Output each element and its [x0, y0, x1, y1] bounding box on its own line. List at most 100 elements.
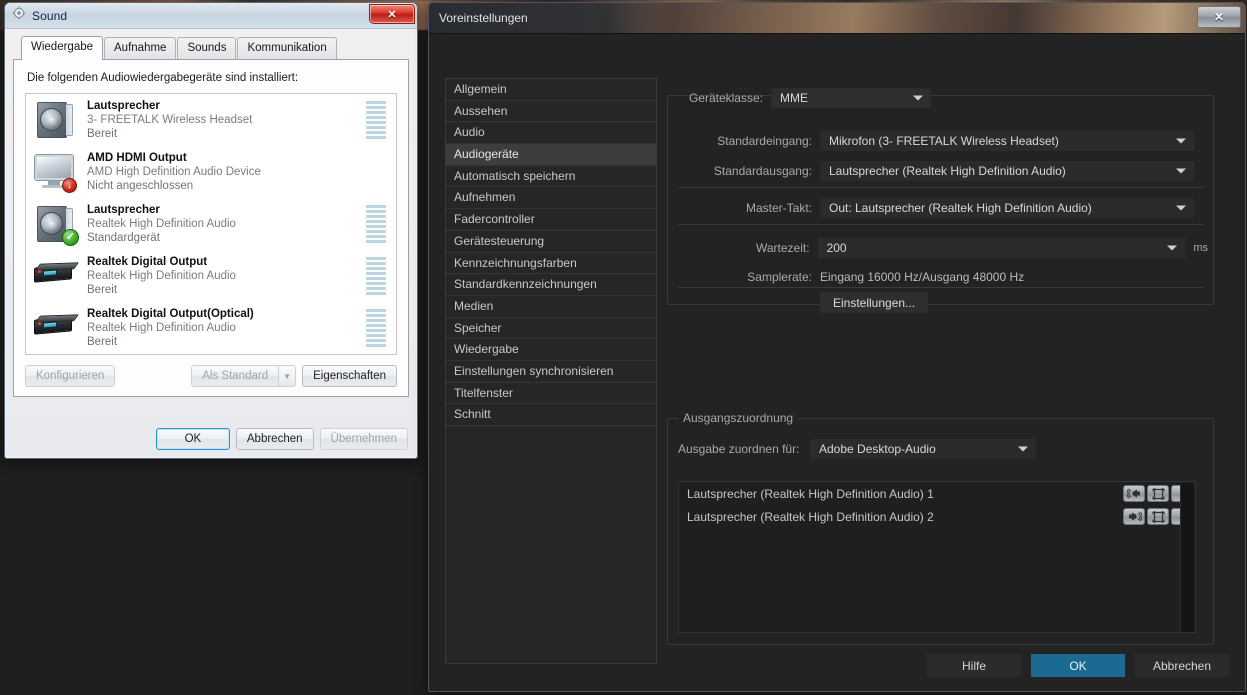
- latency-value: 200: [826, 241, 847, 255]
- sidebar-item-speicher[interactable]: Speicher: [446, 318, 656, 340]
- divider: [678, 287, 1204, 288]
- map-output-for-value: Adobe Desktop-Audio: [819, 442, 936, 456]
- tab-wiedergabe[interactable]: Wiedergabe: [21, 36, 104, 60]
- latency-select[interactable]: 200: [817, 238, 1186, 258]
- sidebar-item-audiogeraete[interactable]: Audiogeräte: [446, 144, 656, 166]
- sidebar-item-wiedergabe[interactable]: Wiedergabe: [446, 339, 656, 361]
- list-item[interactable]: Realtek Digital Output(Optical) Realtek …: [26, 302, 396, 354]
- sidebar-item-allgemein[interactable]: Allgemein: [446, 79, 656, 101]
- tab-kommunikation[interactable]: Kommunikation: [237, 37, 337, 59]
- master-clock-row: Master-Takt: Out: Lautsprecher (Realtek …: [678, 196, 1198, 220]
- speaker-icon: ✓: [34, 203, 79, 246]
- tab-sounds[interactable]: Sounds: [177, 37, 237, 59]
- map-output-for-select[interactable]: Adobe Desktop-Audio: [810, 439, 1036, 459]
- set-default-button[interactable]: Als Standard: [191, 365, 279, 387]
- device-state: Standardgerät: [87, 232, 160, 244]
- sidebar-item-aufnehmen[interactable]: Aufnehmen: [446, 187, 656, 210]
- monitor-icon: ↓: [34, 151, 78, 193]
- mapping-scrollbar[interactable]: [1180, 483, 1194, 632]
- default-output-row: Standardausgang: Lautsprecher (Realtek H…: [678, 159, 1198, 183]
- device-state: Bereit: [87, 336, 118, 348]
- sidebar-item-audio[interactable]: Audio: [446, 122, 656, 145]
- speaker-icon: [34, 99, 78, 141]
- default-input-select[interactable]: Mikrofon (3- FREETALK Wireless Headset): [820, 131, 1194, 151]
- volume-meter: [366, 101, 386, 139]
- preferences-title: Voreinstellungen: [439, 11, 528, 25]
- volume-meter: [366, 257, 386, 295]
- playback-tab-panel: Die folgenden Audiowiedergabegeräte sind…: [13, 59, 409, 397]
- speaker-left-icon[interactable]: [1123, 485, 1145, 502]
- properties-button[interactable]: Eigenschaften: [302, 365, 397, 387]
- speaker-right-icon[interactable]: [1123, 508, 1145, 525]
- volume-meter: [366, 309, 386, 347]
- sidebar-item-standardkennzeichnungen[interactable]: Standardkennzeichnungen: [446, 274, 656, 296]
- sound-dialog-titlebar[interactable]: Sound ✕: [5, 3, 417, 29]
- latency-label: Wartezeit:: [755, 241, 810, 255]
- device-name: AMD HDMI Output: [87, 152, 187, 164]
- sidebar-item-fadercontroller[interactable]: Fadercontroller: [446, 209, 656, 231]
- default-input-value: Mikrofon (3- FREETALK Wireless Headset): [829, 134, 1059, 148]
- device-class-select[interactable]: MME: [771, 88, 931, 108]
- sound-dialog-footer: OK Abbrechen Übernehmen: [155, 428, 408, 450]
- default-output-label: Standardausgang:: [713, 164, 812, 178]
- sound-tabstrip: Wiedergabe Aufnahme Sounds Kommunikation: [13, 36, 409, 60]
- audio-device-list[interactable]: Lautsprecher 3- FREETALK Wireless Headse…: [25, 93, 397, 355]
- chevron-down-icon: [1167, 245, 1178, 251]
- list-item[interactable]: Realtek Digital Output Realtek High Defi…: [26, 250, 396, 302]
- default-input-label: Standardeingang:: [717, 134, 812, 148]
- output-mapping-legend: Ausgangszuordnung: [678, 411, 799, 425]
- disconnected-badge-icon: ↓: [62, 178, 77, 193]
- samplerate-label: Samplerate:: [747, 270, 812, 284]
- screen: Sound ✕ Wiedergabe Aufnahme Sounds Kommu…: [0, 0, 1247, 695]
- sound-dialog-title: Sound: [32, 8, 68, 23]
- configure-button[interactable]: Konfigurieren: [25, 365, 116, 387]
- sidebar-item-schnitt[interactable]: Schnitt: [446, 404, 656, 426]
- apply-button[interactable]: Übernehmen: [319, 428, 408, 450]
- sidebar-item-aussehen[interactable]: Aussehen: [446, 101, 656, 123]
- default-output-value: Lautsprecher (Realtek High Definition Au…: [829, 164, 1066, 178]
- preferences-footer: Hilfe OK Abbrechen: [927, 654, 1229, 677]
- sidebar-item-kennzeichnungsfarben[interactable]: Kennzeichnungsfarben: [446, 253, 656, 275]
- device-name: Realtek Digital Output(Optical): [87, 308, 254, 320]
- cancel-button[interactable]: Abbrechen: [1135, 654, 1229, 677]
- preferences-category-list[interactable]: Allgemein Aussehen Audio Audiogeräte Aut…: [445, 78, 657, 664]
- pan-icon[interactable]: [1147, 508, 1169, 525]
- sidebar-item-geraetesteuerung[interactable]: Gerätesteuerung: [446, 231, 656, 253]
- preferences-titlebar[interactable]: Voreinstellungen ✕: [429, 3, 1245, 34]
- default-output-select[interactable]: Lautsprecher (Realtek High Definition Au…: [820, 161, 1194, 181]
- ok-button[interactable]: OK: [155, 428, 230, 450]
- samplerate-value: Eingang 16000 Hz/Ausgang 48000 Hz: [820, 270, 1025, 284]
- device-sub: Realtek High Definition Audio: [87, 322, 236, 334]
- table-row[interactable]: Lautsprecher (Realtek High Definition Au…: [679, 482, 1195, 505]
- divider: [678, 187, 1204, 188]
- close-icon[interactable]: ✕: [1197, 6, 1241, 28]
- volume-meter: [366, 205, 386, 243]
- master-clock-select[interactable]: Out: Lautsprecher (Realtek High Definiti…: [820, 198, 1194, 218]
- latency-row: Wartezeit: 200 ms: [678, 236, 1208, 260]
- chevron-down-icon[interactable]: ▼: [278, 365, 297, 387]
- tab-aufnahme[interactable]: Aufnahme: [104, 37, 177, 59]
- output-mapping-list[interactable]: Lautsprecher (Realtek High Definition Au…: [678, 481, 1196, 633]
- digital-device-icon: [34, 307, 79, 349]
- sound-dialog-body: Wiedergabe Aufnahme Sounds Kommunikation…: [5, 29, 417, 458]
- sidebar-item-automatisch-speichern[interactable]: Automatisch speichern: [446, 166, 656, 188]
- device-class-label: Geräteklasse:: [688, 91, 763, 105]
- ok-button[interactable]: OK: [1031, 654, 1125, 677]
- sidebar-item-medien[interactable]: Medien: [446, 296, 656, 318]
- set-default-split-button[interactable]: Als Standard ▼: [191, 365, 297, 387]
- cancel-button[interactable]: Abbrechen: [235, 428, 314, 450]
- device-actions-row: Konfigurieren Als Standard ▼ Eigenschaft…: [25, 365, 397, 387]
- samplerate-row: Samplerate: Eingang 16000 Hz/Ausgang 480…: [678, 265, 1208, 289]
- close-icon[interactable]: ✕: [369, 4, 415, 24]
- help-button[interactable]: Hilfe: [927, 654, 1021, 677]
- chevron-down-icon: [1176, 168, 1186, 174]
- table-row[interactable]: Lautsprecher (Realtek High Definition Au…: [679, 505, 1195, 528]
- settings-button[interactable]: Einstellungen...: [820, 292, 929, 313]
- list-item[interactable]: ↓ AMD HDMI Output AMD High Definition Au…: [26, 146, 396, 198]
- list-item[interactable]: ✓ Lautsprecher Realtek High Definition A…: [26, 198, 396, 250]
- sidebar-item-einstellungen-synchronisieren[interactable]: Einstellungen synchronisieren: [446, 361, 656, 383]
- sidebar-item-titelfenster[interactable]: Titelfenster: [446, 383, 656, 405]
- pan-icon[interactable]: [1147, 485, 1169, 502]
- map-output-for-row: Ausgabe zuordnen für: Adobe Desktop-Audi…: [678, 437, 1198, 461]
- list-item[interactable]: Lautsprecher 3- FREETALK Wireless Headse…: [26, 94, 396, 146]
